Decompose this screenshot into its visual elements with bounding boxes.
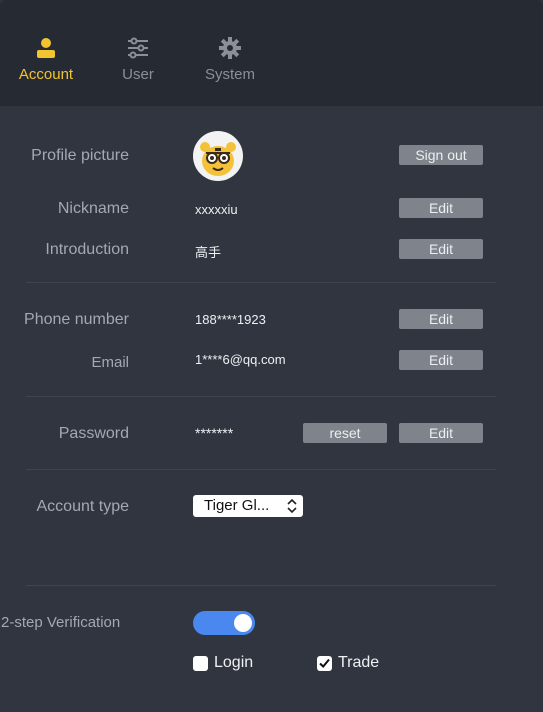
tiger-avatar-icon	[200, 142, 236, 176]
account-type-selected: Tiger Gl...	[204, 497, 270, 514]
phone-number-value: 188****1923	[195, 312, 266, 327]
sign-out-button[interactable]: Sign out	[399, 145, 483, 165]
edit-password-button[interactable]: Edit	[399, 423, 483, 443]
account-type-label: Account type	[36, 498, 130, 515]
toolbar: Account User System	[0, 0, 543, 106]
nickname-label: Nickname	[57, 200, 129, 217]
trade-checkbox-box	[317, 655, 332, 671]
edit-phone-button[interactable]: Edit	[399, 309, 483, 329]
tab-system[interactable]: System	[202, 36, 258, 84]
account-type-select[interactable]: Tiger Gl...	[193, 495, 303, 517]
edit-nickname-button[interactable]: Edit	[399, 198, 483, 218]
login-checkbox[interactable]: Login	[193, 654, 253, 672]
introduction-label: Introduction	[45, 241, 129, 258]
two-step-verification-toggle[interactable]	[193, 611, 255, 635]
trade-checkbox[interactable]: Trade	[317, 654, 379, 672]
tab-account[interactable]: Account	[17, 36, 75, 84]
divider	[26, 585, 496, 586]
gear-icon	[219, 37, 241, 59]
reset-password-button[interactable]: reset	[303, 423, 387, 443]
nickname-value: xxxxxiu	[195, 202, 238, 217]
divider	[26, 396, 496, 397]
checkmark-icon	[319, 658, 330, 668]
trade-checkbox-label: Trade	[338, 654, 380, 671]
up-down-chevron-icon	[287, 498, 297, 514]
login-checkbox-label: Login	[214, 654, 254, 671]
preferences-window: Account User System Profile picture Sign…	[0, 0, 543, 712]
tab-user-label: User	[122, 66, 154, 83]
edit-introduction-button[interactable]: Edit	[399, 239, 483, 259]
tab-system-label: System	[204, 66, 255, 83]
password-value: *******	[195, 425, 234, 441]
profile-picture-label: Profile picture	[31, 147, 129, 164]
edit-email-button[interactable]: Edit	[399, 350, 483, 370]
phone-number-label: Phone number	[24, 311, 129, 328]
login-checkbox-box	[193, 655, 208, 671]
tab-user[interactable]: User	[117, 36, 159, 84]
introduction-value: 高手	[195, 245, 222, 260]
tab-account-label: Account	[18, 66, 74, 83]
two-step-verification-label: 2-step Verification	[1, 614, 121, 631]
divider	[26, 282, 496, 283]
toggle-knob	[234, 614, 252, 632]
person-icon	[37, 38, 55, 58]
divider	[26, 469, 496, 470]
avatar[interactable]	[193, 131, 243, 181]
sliders-icon	[128, 37, 148, 59]
email-value: 1****6@qq.com	[195, 352, 286, 367]
email-label: Email	[91, 354, 129, 371]
password-label: Password	[58, 425, 129, 442]
